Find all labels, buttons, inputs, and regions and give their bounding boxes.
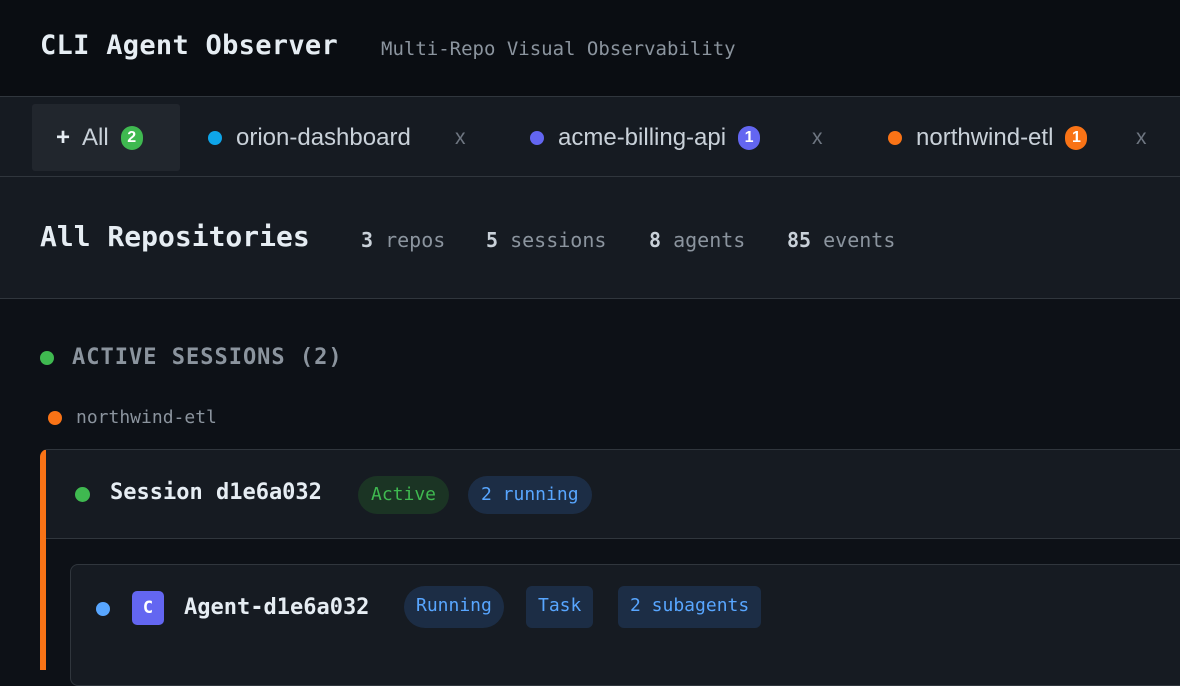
session-header[interactable]: Session d1e6a032 Active 2 running [46,450,1180,539]
agent-type-badge: Task [526,586,594,628]
plus-icon: + [56,123,71,151]
session-title: Session d1e6a032 [110,480,322,505]
stat-events: 85 events [787,228,896,252]
tab-label: acme-billing-api [558,123,727,151]
tab-count-badge: 2 [120,125,143,150]
subagents-badge[interactable]: 2 subagents [618,586,762,628]
close-tab-northwind-etl-icon[interactable]: x [1136,104,1147,171]
agent-title: Agent-d1e6a032 [184,595,370,620]
tab-orion-dashboard[interactable]: orion-dashboard [208,104,411,171]
repo-tab-bar: + All 2 orion-dashboard x acme-billing-a… [0,97,1180,177]
agent-avatar-icon: C [132,591,164,625]
repo-color-dot [888,130,902,145]
running-count-badge: 2 running [468,476,592,514]
app-header: CLI Agent Observer Multi-Repo Visual Obs… [0,0,1180,97]
stat-sessions: 5 sessions [486,228,607,252]
session-status-badge: Active [358,476,450,514]
tab-acme-billing-api[interactable]: acme-billing-api 1 [530,104,761,171]
close-tab-orion-dashboard-icon[interactable]: x [455,104,466,171]
tab-northwind-etl[interactable]: northwind-etl 1 [888,104,1088,171]
tab-all[interactable]: + All 2 [32,104,180,171]
session-repo-label: northwind-etl [48,407,217,428]
agent-status-badge: Running [404,586,504,628]
page-title: All Repositories [40,220,310,253]
stat-repos: 3 repos [361,228,446,252]
status-dot [40,350,54,365]
repo-color-dot [208,130,222,145]
tab-count-badge: 1 [1065,125,1088,150]
repo-color-dot [48,410,62,425]
app-title: CLI Agent Observer [40,30,338,61]
close-tab-acme-billing-api-icon[interactable]: x [812,104,823,171]
agent-status-dot [96,602,110,616]
tab-label: northwind-etl [916,123,1054,151]
session-card[interactable]: Session d1e6a032 Active 2 running C Agen… [40,449,1180,686]
repositories-summary: All Repositories 3 repos 5 sessions 8 ag… [0,177,1180,299]
agent-card[interactable]: C Agent-d1e6a032 Running Task 2 subagent… [70,564,1180,686]
tab-label: orion-dashboard [236,123,411,151]
stat-agents: 8 agents [649,228,746,252]
app-subtitle: Multi-Repo Visual Observability [381,38,736,60]
tab-count-badge: 1 [738,125,761,150]
tab-label: All [82,123,109,151]
repo-color-dot [530,130,544,145]
session-status-dot [75,487,90,502]
active-sessions-heading: ACTIVE SESSIONS (2) [40,345,343,370]
